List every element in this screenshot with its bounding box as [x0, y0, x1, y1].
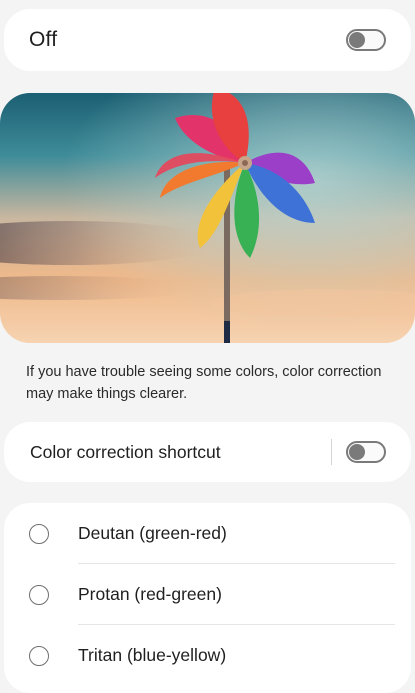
- option-protan[interactable]: Protan (red-green): [4, 564, 411, 625]
- option-label: Protan (red-green): [78, 584, 222, 604]
- option-tritan[interactable]: Tritan (blue-yellow): [4, 625, 411, 686]
- option-label: Deutan (green-red): [78, 523, 227, 543]
- color-correction-master-row[interactable]: Off: [4, 9, 411, 71]
- pinwheel-preview-image: [0, 93, 415, 343]
- option-label: Tritan (blue-yellow): [78, 645, 227, 665]
- option-deutan[interactable]: Deutan (green-red): [4, 503, 411, 564]
- shortcut-divider: [331, 439, 332, 465]
- radio-button[interactable]: [29, 523, 49, 544]
- radio-button[interactable]: [29, 584, 49, 605]
- master-switch-label: Off: [29, 28, 58, 51]
- master-toggle-switch[interactable]: [346, 29, 386, 51]
- color-mode-options-list: Deutan (green-red) Protan (red-green) Tr…: [4, 503, 411, 693]
- toggle-knob: [349, 444, 365, 460]
- shortcut-toggle-switch[interactable]: [346, 441, 386, 463]
- color-correction-shortcut-row[interactable]: Color correction shortcut: [4, 422, 411, 482]
- radio-button[interactable]: [29, 645, 49, 666]
- toggle-knob: [349, 32, 365, 48]
- shortcut-label: Color correction shortcut: [30, 441, 221, 462]
- color-correction-description: If you have trouble seeing some colors, …: [26, 364, 382, 402]
